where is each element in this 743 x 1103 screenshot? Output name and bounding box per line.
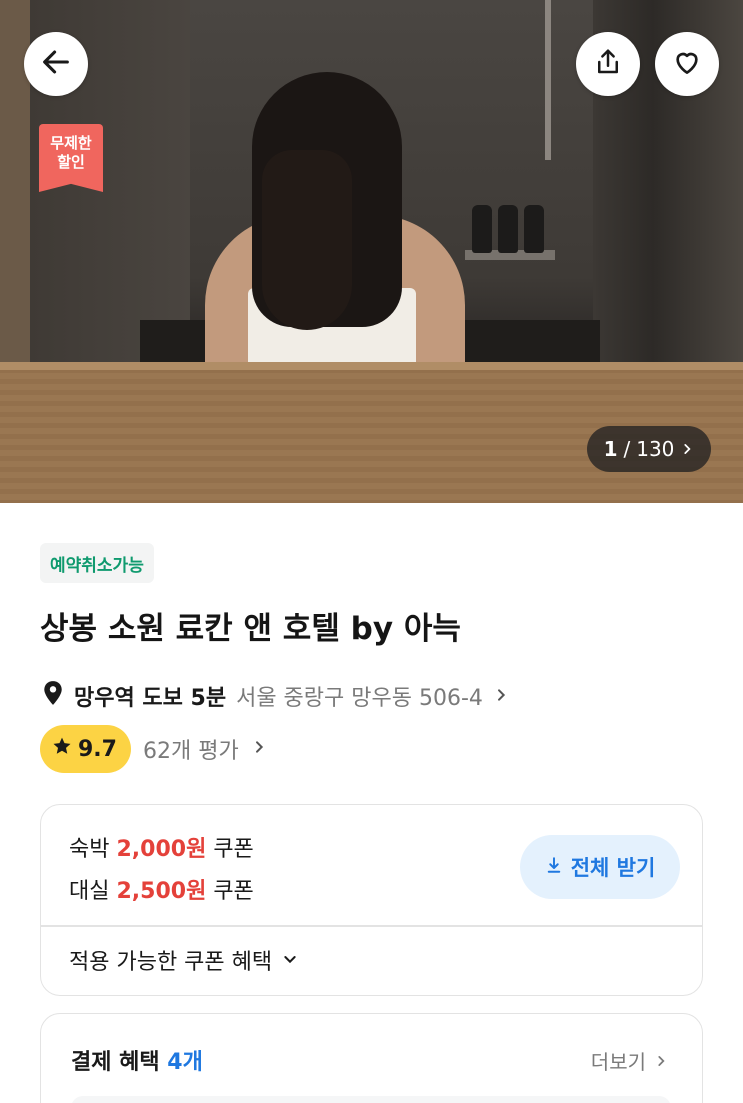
star-icon — [52, 736, 72, 762]
rating-row[interactable]: 9.7 62개 평가 — [40, 725, 267, 773]
photo-bottle — [498, 205, 518, 253]
payment-more-link[interactable]: 더보기 — [591, 1046, 668, 1075]
rating-pill: 9.7 — [40, 725, 131, 773]
photo-counter-separator: / — [623, 437, 631, 461]
coupon-suffix: 쿠폰 — [213, 837, 254, 862]
nearby-station: 망우역 도보 5분 — [74, 686, 227, 711]
review-count: 62개 평가 — [142, 739, 239, 764]
location-row[interactable]: 망우역 도보 5분 서울 중랑구 망우동 506-4 — [42, 678, 509, 714]
download-all-label: 전체 받기 — [570, 856, 656, 880]
back-button[interactable] — [24, 32, 88, 96]
unlimited-discount-badge: 무제한 할인 — [39, 124, 103, 192]
coupon-divider — [41, 925, 702, 927]
coupon-amount: 2,500원 — [116, 879, 207, 904]
hotel-title: 상봉 소원 료칸 앤 호텔 by 아늑 — [40, 611, 461, 647]
coupon-benefits-toggle[interactable]: 적용 가능한 쿠폰 혜택 — [69, 944, 298, 976]
photo-counter-current: 1 — [603, 437, 618, 461]
photo-bottle — [472, 205, 492, 253]
download-all-coupons-button[interactable]: 전체 받기 — [520, 835, 680, 899]
favorite-button[interactable] — [655, 32, 719, 96]
cancellable-tag-label: 예약취소가능 — [50, 555, 144, 576]
chevron-right-icon — [654, 1049, 668, 1073]
discount-badge-label: 무제한 할인 — [50, 134, 92, 171]
chevron-down-icon — [282, 948, 298, 973]
heart-icon — [671, 46, 703, 82]
address: 서울 중랑구 망우동 506-4 — [236, 686, 483, 711]
photo-hair-tail — [262, 150, 352, 330]
rating-score: 9.7 — [78, 736, 117, 762]
coupon-line-stay: 숙박 2,000원 쿠폰 — [69, 831, 254, 863]
photo-counter-total: 130 — [636, 437, 675, 461]
photo-door-frame — [545, 0, 551, 160]
more-label: 더보기 — [590, 1050, 646, 1074]
photo-bottle — [524, 205, 544, 253]
chevron-right-icon — [251, 739, 267, 759]
payment-title-label: 결제 혜택 — [71, 1050, 160, 1075]
coupon-line-dayuse: 대실 2,500원 쿠폰 — [69, 873, 254, 905]
map-pin-icon — [42, 680, 64, 712]
chevron-right-icon — [680, 437, 694, 461]
share-button[interactable] — [576, 32, 640, 96]
coupon-type: 숙박 — [69, 837, 110, 862]
payment-benefit-count: 4개 — [167, 1050, 203, 1075]
cancellable-tag: 예약취소가능 — [40, 543, 154, 583]
coupon-type: 대실 — [69, 879, 110, 904]
download-icon — [545, 855, 563, 879]
photo-counter-button[interactable]: 1 / 130 — [587, 426, 711, 472]
share-icon — [593, 47, 623, 81]
payment-benefits-title: 결제 혜택 4개 — [71, 1044, 203, 1076]
coupon-card: 숙박 2,000원 쿠폰 대실 2,500원 쿠폰 전체 받기 적용 가능한 쿠… — [40, 804, 703, 996]
payment-benefit-item — [71, 1096, 671, 1103]
coupon-suffix: 쿠폰 — [213, 879, 254, 904]
back-arrow-icon — [39, 45, 73, 83]
coupon-amount: 2,000원 — [116, 837, 207, 862]
coupon-benefits-label: 적용 가능한 쿠폰 혜택 — [69, 950, 273, 975]
payment-benefits-card: 결제 혜택 4개 더보기 — [40, 1013, 703, 1103]
chevron-right-icon — [493, 684, 509, 709]
